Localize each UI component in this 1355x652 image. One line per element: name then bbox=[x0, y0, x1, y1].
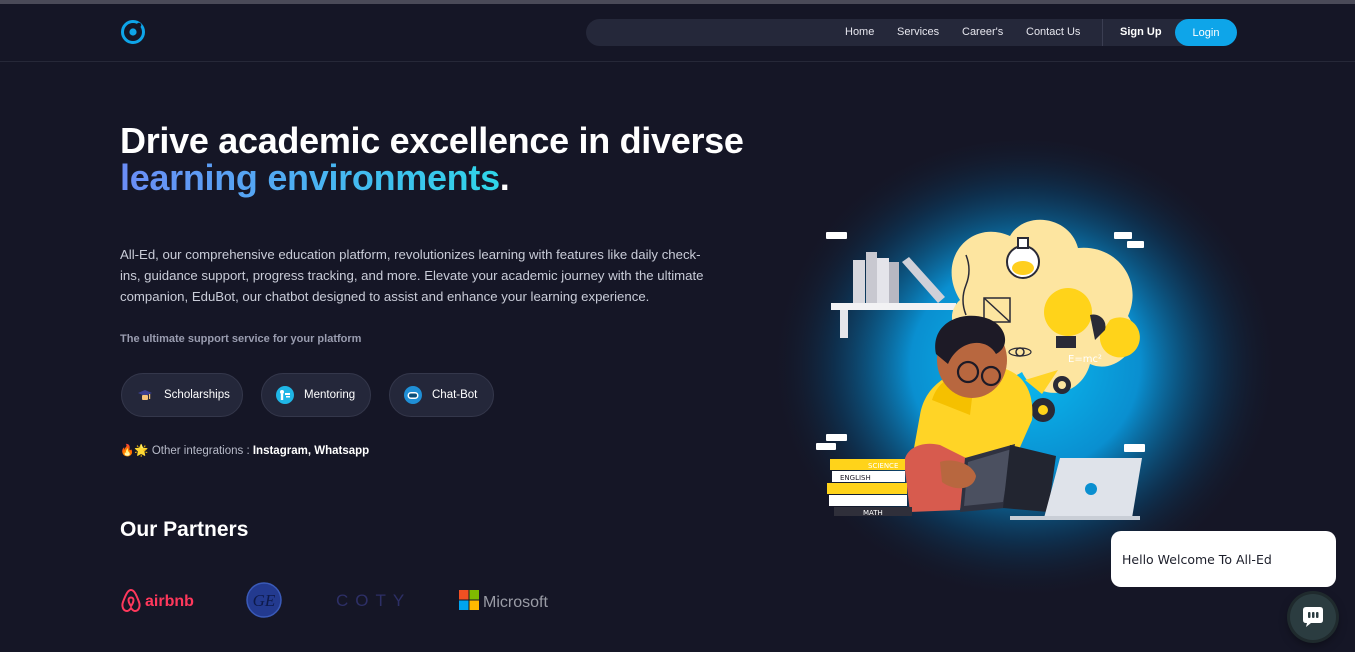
feature-chip-scholarships[interactable]: Scholarships bbox=[121, 373, 243, 417]
nav-services-link[interactable]: Services bbox=[897, 26, 939, 38]
chat-launcher-button[interactable] bbox=[1290, 594, 1336, 640]
svg-text:COTY: COTY bbox=[336, 591, 408, 610]
hero-title-highlight-line: learning environments. bbox=[120, 157, 510, 199]
feature-chip-label: Chat-Bot bbox=[432, 389, 478, 401]
signup-button[interactable]: Sign Up bbox=[1120, 26, 1162, 38]
svg-text:GE: GE bbox=[253, 591, 276, 610]
chatbot-icon bbox=[404, 386, 422, 404]
nav-home-link[interactable]: Home bbox=[845, 26, 874, 38]
integrations-emoji: 🔥🌟 bbox=[120, 445, 149, 457]
nav-divider bbox=[1102, 19, 1103, 46]
integrations-prefix: Other integrations : bbox=[151, 445, 250, 457]
navbar: Home Services Career's Contact Us Sign U… bbox=[0, 4, 1355, 62]
svg-text:MATH: MATH bbox=[863, 509, 883, 517]
partner-logo-airbnb: airbnb bbox=[120, 583, 196, 617]
partner-logo-microsoft: Microsoft bbox=[458, 583, 558, 617]
scholarship-icon bbox=[136, 386, 154, 404]
feature-chip-label: Mentoring bbox=[304, 389, 356, 401]
chat-icon bbox=[1303, 607, 1323, 627]
feature-chip-chatbot[interactable]: Chat-Bot bbox=[389, 373, 494, 417]
partner-logo-ge: GE bbox=[245, 582, 283, 618]
svg-text:E=mc²: E=mc² bbox=[1068, 354, 1102, 365]
mentoring-icon bbox=[276, 386, 294, 404]
integrations-names[interactable]: Instagram, Whatsapp bbox=[253, 445, 369, 457]
book-stack: SCIENCE ENGLISH MATH bbox=[827, 459, 912, 517]
login-button[interactable]: Login bbox=[1175, 19, 1237, 46]
hero-title-highlight: learning environments bbox=[120, 157, 500, 198]
svg-text:airbnb: airbnb bbox=[145, 593, 194, 610]
chat-welcome-text: Hello Welcome To All-Ed bbox=[1122, 551, 1272, 567]
svg-text:ENGLISH: ENGLISH bbox=[840, 474, 871, 482]
feature-chip-label: Scholarships bbox=[164, 389, 230, 401]
partners-title: Our Partners bbox=[120, 518, 249, 541]
svg-text:SCIENCE: SCIENCE bbox=[868, 462, 898, 470]
hero-title: Drive academic excellence in diverse bbox=[120, 120, 744, 161]
chat-welcome-popup: Hello Welcome To All-Ed bbox=[1111, 531, 1336, 587]
hero-description: All-Ed, our comprehensive education plat… bbox=[120, 247, 704, 304]
hero-title-period: . bbox=[499, 157, 510, 198]
nav-contact-link[interactable]: Contact Us bbox=[1026, 26, 1080, 38]
feature-chip-mentoring[interactable]: Mentoring bbox=[261, 373, 371, 417]
logo-icon[interactable] bbox=[120, 19, 146, 45]
integrations-line: 🔥🌟 Other integrations : Instagram, Whats… bbox=[120, 443, 369, 457]
partner-logo-coty: COTY bbox=[336, 583, 408, 617]
support-subtitle: The ultimate support service for your pl… bbox=[120, 333, 362, 345]
nav-careers-link[interactable]: Career's bbox=[962, 26, 1003, 38]
svg-text:Microsoft: Microsoft bbox=[483, 594, 548, 611]
